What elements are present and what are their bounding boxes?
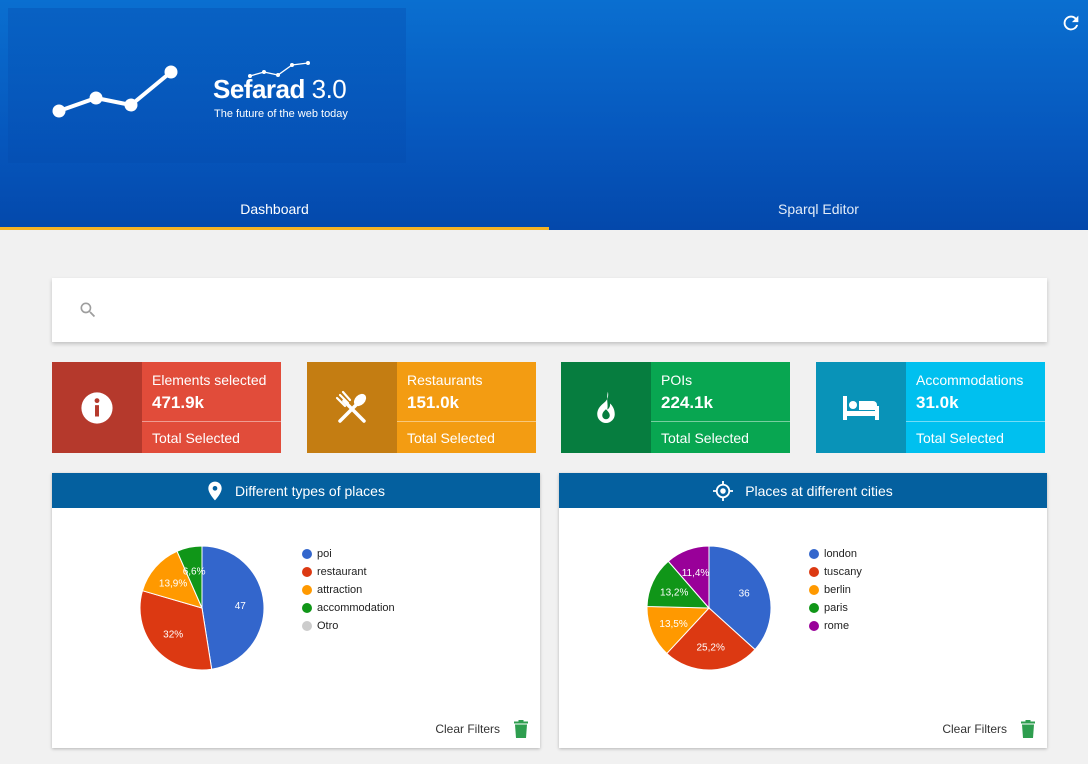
search-bar	[52, 278, 1047, 342]
legend-label: berlin	[824, 584, 851, 596]
legend-item-restaurant[interactable]: restaurant	[302, 563, 395, 581]
legend-label: attraction	[317, 584, 363, 596]
panel-title: Places at different cities	[745, 482, 893, 499]
legend-dot	[302, 567, 312, 577]
stat-icon-box	[307, 362, 397, 453]
legend-label: rome	[824, 620, 850, 632]
target-icon	[713, 480, 734, 501]
tab-sparql-editor[interactable]: Sparql Editor	[549, 188, 1088, 230]
stat-body: Restaurants 151.0k Total Selected	[397, 362, 536, 453]
tab-bar: Dashboard Sparql Editor	[0, 188, 1088, 230]
stat-footer: Total Selected	[142, 421, 281, 453]
pie-slice-poi[interactable]	[201, 545, 265, 670]
panel-header: Places at different cities	[559, 473, 1047, 508]
legend-item-rome[interactable]: rome	[809, 617, 862, 635]
pie-slice-label: 36	[739, 588, 751, 599]
legend-label: poi	[317, 548, 332, 560]
legend-item-paris[interactable]: paris	[809, 599, 862, 617]
legend-dot	[302, 549, 312, 559]
stat-value: 31.0k	[916, 393, 959, 412]
legend-item-accommodation[interactable]: accommodation	[302, 599, 395, 617]
app-header: Sefarad 3.0 The future of the web today …	[0, 0, 1088, 230]
legend-dot	[809, 603, 819, 613]
legend-dot	[809, 549, 819, 559]
stat-label: Accommodations	[916, 372, 1024, 388]
pie-chart-cities[interactable]: 36 25,2% 13,5% 13,2% 11,4%	[559, 508, 1047, 708]
stat-card-restaurants: Restaurants 151.0k Total Selected	[307, 362, 536, 453]
pie-slice-label: 6,6%	[183, 566, 206, 577]
refresh-icon[interactable]	[1060, 12, 1082, 34]
legend-label: tuscany	[824, 566, 862, 578]
trash-icon[interactable]	[514, 720, 528, 738]
stat-body: Accommodations 31.0k Total Selected	[906, 362, 1045, 453]
stat-card-accommodations: Accommodations 31.0k Total Selected	[816, 362, 1045, 453]
stat-footer: Total Selected	[906, 421, 1045, 453]
stat-value: 151.0k	[407, 393, 459, 412]
pie-slice-label: 11,4%	[682, 568, 710, 579]
panel-title: Different types of places	[235, 482, 385, 499]
pie-slice-label: 32%	[163, 629, 183, 640]
restaurant-icon	[335, 390, 367, 423]
legend-label: london	[824, 548, 858, 560]
legend-item-berlin[interactable]: berlin	[809, 581, 862, 599]
stat-label: Restaurants	[407, 372, 483, 388]
legend-dot	[302, 621, 312, 631]
search-icon	[80, 302, 96, 318]
legend-label: restaurant	[317, 566, 367, 578]
panel-header: Different types of places	[52, 473, 540, 508]
stat-value: 471.9k	[152, 393, 204, 412]
stat-label: Elements selected	[152, 372, 267, 388]
stat-footer: Total Selected	[651, 421, 790, 453]
legend-dot	[809, 567, 819, 577]
clear-filters[interactable]: Clear Filters	[942, 720, 1035, 738]
pie-slice-label: 13,5%	[659, 619, 687, 630]
brand-tagline: The future of the web today	[214, 108, 348, 120]
fire-icon	[597, 391, 615, 423]
bed-icon	[843, 395, 879, 420]
stat-body: POIs 224.1k Total Selected	[651, 362, 790, 453]
clear-filters-label: Clear Filters	[435, 722, 500, 736]
stat-footer: Total Selected	[397, 421, 536, 453]
legend-item-attraction[interactable]: attraction	[302, 581, 395, 599]
stat-label: POIs	[661, 372, 693, 388]
tab-dashboard[interactable]: Dashboard	[0, 188, 549, 230]
pie-chart-place-types[interactable]: 47 32% 13,9% 6,6%	[52, 508, 540, 708]
trash-icon[interactable]	[1021, 720, 1035, 738]
pie-slice-label: 13,9%	[159, 579, 187, 590]
legend-item-otro[interactable]: Otro	[302, 617, 395, 635]
pie-slice-label: 25,2%	[697, 642, 725, 653]
brand-title: Sefarad 3.0	[213, 74, 347, 104]
legend-dot	[809, 585, 819, 595]
legend-item-poi[interactable]: poi	[302, 545, 395, 563]
legend-label: accommodation	[317, 602, 395, 614]
stat-icon-box	[561, 362, 651, 453]
logo-graph-icon	[52, 65, 178, 118]
stat-card-elements: Elements selected 471.9k Total Selected	[52, 362, 281, 453]
stat-card-pois: POIs 224.1k Total Selected	[561, 362, 790, 453]
panel-place-types: Different types of places 47 32% 13,9% 6,6%…	[52, 473, 540, 748]
clear-filters-label: Clear Filters	[942, 722, 1007, 736]
legend-item-tuscany[interactable]: tuscany	[809, 563, 862, 581]
pie-slice-label: 47	[235, 601, 247, 612]
location-pin-icon	[208, 481, 222, 500]
stat-body: Elements selected 471.9k Total Selected	[142, 362, 281, 453]
clear-filters[interactable]: Clear Filters	[435, 720, 528, 738]
legend-item-london[interactable]: london	[809, 545, 862, 563]
chart-legend: london tuscany berlin paris rome	[809, 545, 862, 635]
stat-icon-box	[52, 362, 142, 453]
legend-dot	[302, 603, 312, 613]
legend-dot	[302, 585, 312, 595]
panel-cities: Places at different cities 36 25,2% 13,5% 1…	[559, 473, 1047, 748]
search-input[interactable]	[112, 290, 1047, 330]
info-icon	[81, 391, 113, 424]
pie-slice-label: 13,2%	[660, 588, 688, 599]
logo: Sefarad 3.0 The future of the web today	[8, 8, 406, 163]
legend-dot	[809, 621, 819, 631]
stat-icon-box	[816, 362, 906, 453]
legend-label: paris	[824, 602, 848, 614]
chart-legend: poi restaurant attraction accommodation Otro	[302, 545, 395, 635]
legend-label: Otro	[317, 620, 339, 632]
stat-value: 224.1k	[661, 393, 713, 412]
